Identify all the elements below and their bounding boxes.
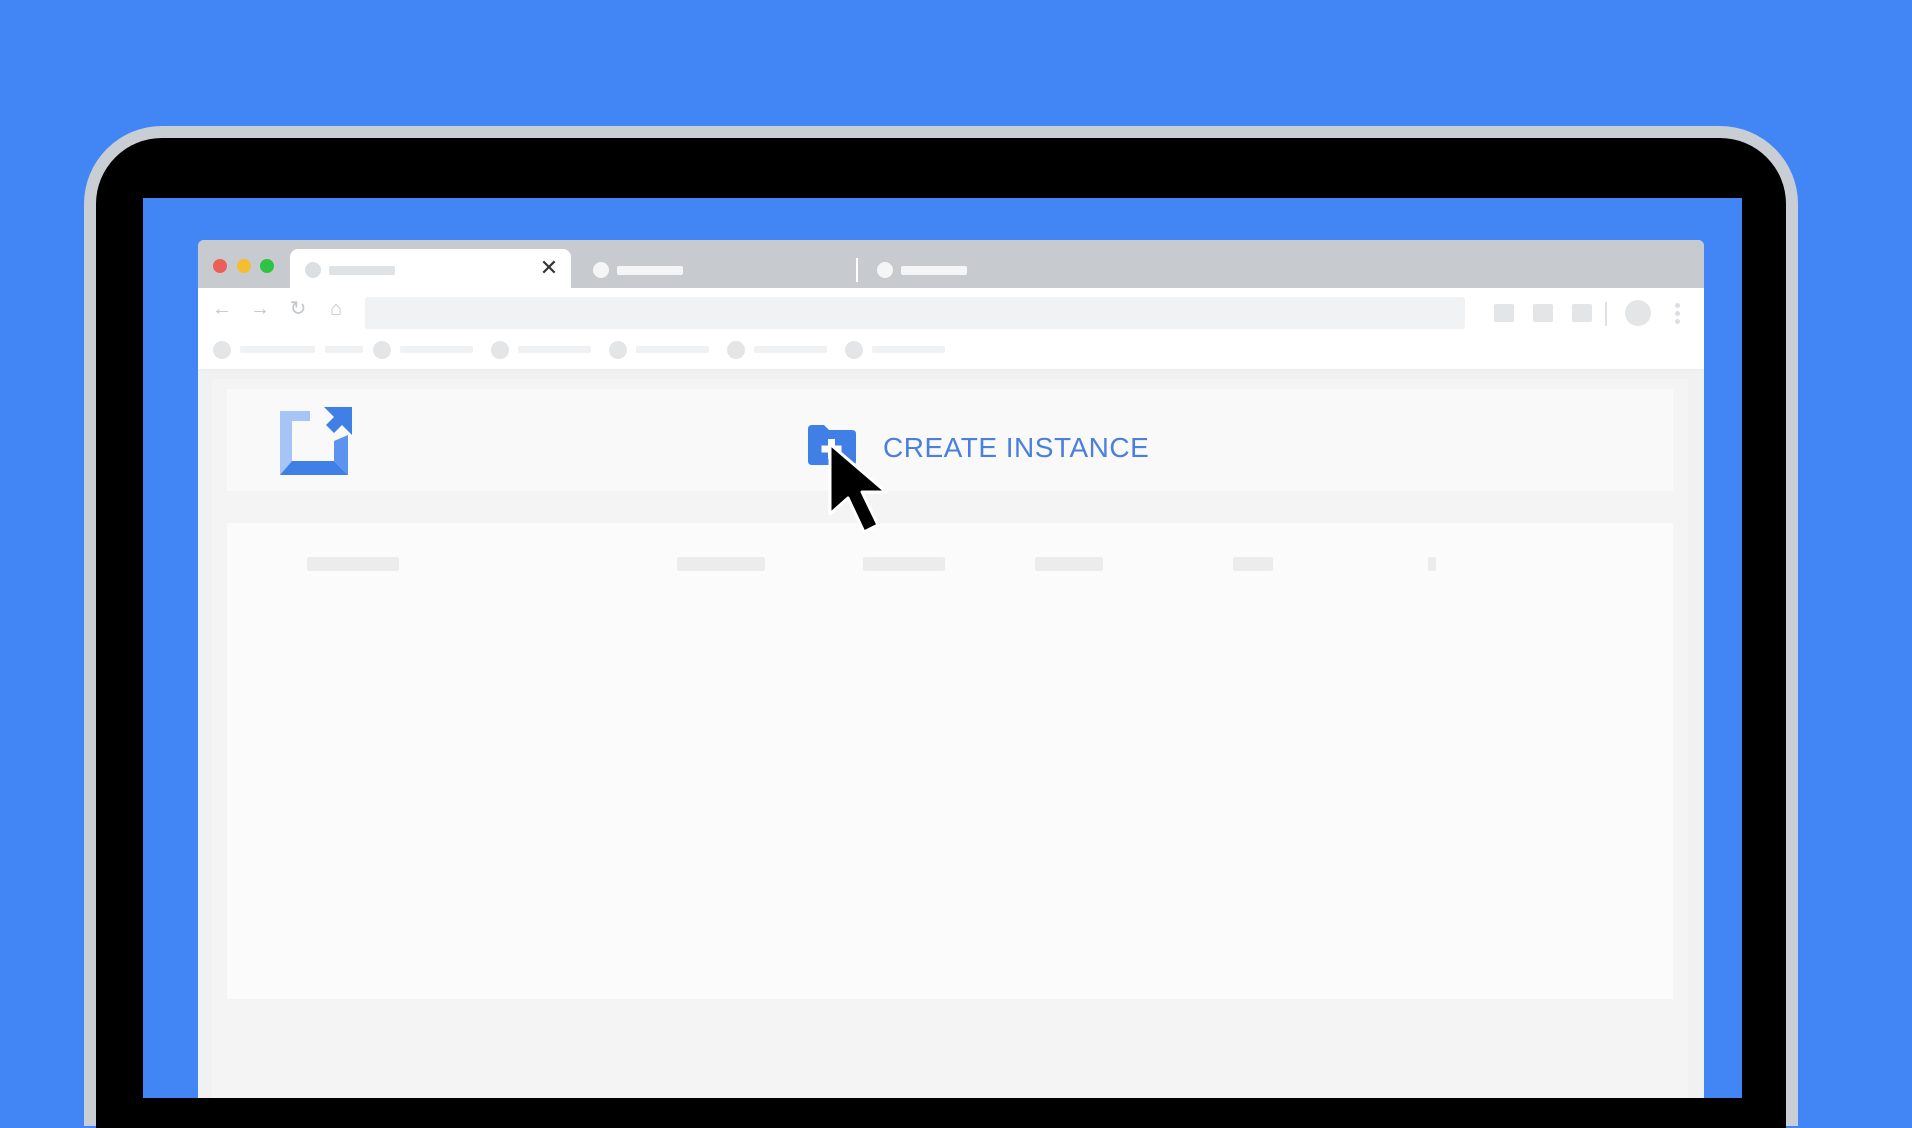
bookmark-favicon-icon: [213, 341, 231, 359]
window-close-button[interactable]: [213, 259, 227, 273]
table-header-placeholder: [307, 557, 399, 571]
tab-active[interactable]: ✕: [290, 249, 571, 288]
tab-inactive[interactable]: [579, 249, 819, 288]
bookmark-item[interactable]: [491, 340, 596, 360]
profile-avatar[interactable]: [1625, 300, 1651, 326]
bookmark-favicon-icon: [491, 341, 509, 359]
tab-favicon-icon: [877, 262, 893, 278]
toolbar-divider: [1605, 302, 1607, 326]
tab-inactive[interactable]: [863, 249, 1103, 288]
tab-separator: [856, 258, 858, 282]
compute-instance-logo-icon: [280, 407, 352, 475]
extension-icon[interactable]: [1494, 304, 1514, 322]
back-arrow-icon[interactable]: ←: [209, 296, 235, 322]
bookmark-item[interactable]: [213, 340, 363, 360]
bookmark-item[interactable]: [609, 340, 714, 360]
bookmark-label-placeholder: [400, 346, 473, 353]
browser-window: ✕ ← → ↻ ⌂ CREATE INSTANCE: [198, 240, 1704, 1098]
table-header-placeholder: [863, 557, 945, 571]
tab-favicon-icon: [593, 262, 609, 278]
arrow-pointer-icon: [828, 442, 888, 534]
bookmark-label-placeholder: [518, 346, 591, 353]
bookmark-favicon-icon: [609, 341, 627, 359]
bookmark-label-placeholder: [872, 346, 945, 353]
bookmark-favicon-icon: [845, 341, 863, 359]
bookmark-item[interactable]: [845, 340, 950, 360]
bookmark-item[interactable]: [727, 340, 832, 360]
laptop-screen: ✕ ← → ↻ ⌂ CREATE INSTANCE: [143, 198, 1742, 1098]
kebab-menu-icon[interactable]: [1673, 301, 1681, 325]
table-header-placeholder: [1035, 557, 1103, 571]
tab-title-placeholder: [901, 266, 967, 275]
address-bar[interactable]: [365, 297, 1465, 329]
extension-icon[interactable]: [1572, 304, 1592, 322]
table-header-placeholder: [1233, 557, 1273, 571]
bookmark-favicon-icon: [727, 341, 745, 359]
browser-toolbar: ← → ↻ ⌂: [198, 288, 1704, 332]
table-header-placeholder: [1428, 557, 1436, 571]
bookmarks-bar: [198, 332, 1704, 371]
table-header-placeholder: [677, 557, 765, 571]
home-icon[interactable]: ⌂: [323, 296, 349, 322]
forward-arrow-icon[interactable]: →: [247, 296, 273, 322]
page-content: CREATE INSTANCE: [198, 371, 1704, 1098]
reload-icon[interactable]: ↻: [285, 296, 311, 322]
bookmark-label-placeholder: [240, 346, 315, 353]
bookmark-label-placeholder: [325, 346, 363, 353]
app-header: CREATE INSTANCE: [227, 389, 1673, 491]
bookmark-favicon-icon: [373, 341, 391, 359]
instances-table: [227, 523, 1673, 999]
bookmark-item[interactable]: [373, 340, 478, 360]
tab-favicon-icon: [305, 262, 321, 278]
window-maximize-button[interactable]: [260, 259, 274, 273]
page-body: CREATE INSTANCE: [212, 379, 1688, 1098]
create-instance-label: CREATE INSTANCE: [883, 432, 1150, 463]
tab-close-icon[interactable]: ✕: [535, 254, 563, 282]
tab-title-placeholder: [617, 266, 683, 275]
bookmark-label-placeholder: [636, 346, 709, 353]
bookmark-label-placeholder: [754, 346, 827, 353]
tab-strip: ✕: [198, 240, 1704, 288]
extension-icon[interactable]: [1533, 304, 1553, 322]
tab-title-placeholder: [329, 266, 395, 275]
window-minimize-button[interactable]: [237, 259, 251, 273]
